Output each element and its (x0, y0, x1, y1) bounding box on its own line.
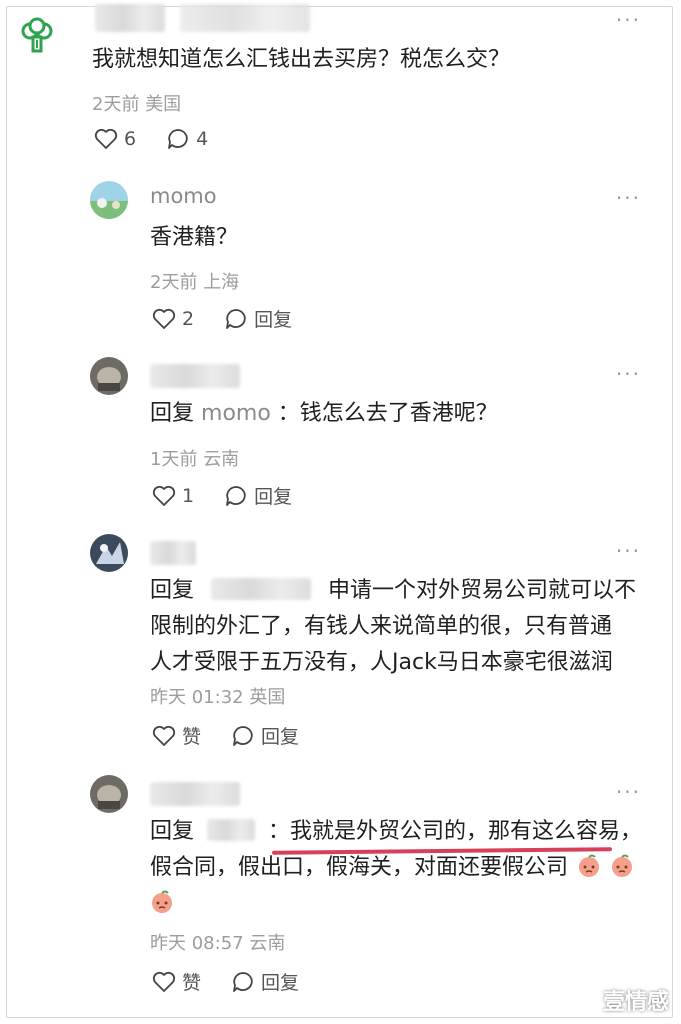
user-avatar[interactable] (90, 181, 128, 219)
heart-icon (152, 971, 176, 992)
comment-location: 云南 (249, 933, 286, 954)
reply-label: 回复 (261, 972, 300, 994)
user-avatar[interactable] (90, 357, 128, 395)
peach-emoji-icon (150, 890, 174, 914)
username-redacted (95, 4, 165, 32)
comment-actions: 1 回复 (152, 482, 322, 509)
heart-icon (152, 485, 176, 506)
user-avatar[interactable] (90, 775, 128, 813)
reply-prefix: 回复 (150, 819, 195, 844)
reply-count: 4 (196, 128, 209, 150)
like-button[interactable]: 1 (152, 485, 194, 507)
comment-meta: 2天前 上海 (150, 268, 239, 294)
heart-icon (152, 308, 176, 329)
comment-bubble-icon (226, 308, 246, 329)
comment-text: 香港籍？ (150, 225, 239, 250)
peach-emoji-icon (610, 854, 634, 878)
like-label: 赞 (182, 972, 202, 994)
comment-time: 2天前 (92, 94, 140, 115)
comment-time: 2天前 (150, 272, 198, 293)
comment-text: 回复 momo ：钱怎么去了香港呢？ (150, 401, 498, 426)
like-button[interactable]: 赞 (152, 722, 201, 749)
comment-time: 昨天 08:57 (150, 933, 244, 954)
comment-actions: 2 回复 (152, 305, 322, 332)
comment-location: 上海 (203, 272, 240, 293)
reply-target-redacted[interactable] (211, 578, 312, 600)
comment-actions: 赞 回复 (152, 968, 329, 995)
comment-time: 1天前 (150, 449, 198, 470)
comment-text: 回复 ：我就是外贸公司的，那有这么容易， 假合同，假出口，假海关，对面还要假公司 (150, 814, 650, 922)
username-redacted (150, 541, 196, 565)
reply-label: 回复 (261, 726, 300, 748)
broccoli-avatar-icon[interactable] (17, 16, 57, 56)
comment-meta: 昨天 01:32 英国 (150, 683, 285, 709)
like-label: 赞 (182, 726, 202, 748)
reply-target-username[interactable]: momo (201, 401, 271, 426)
peach-emoji-icon (577, 854, 601, 878)
like-button[interactable]: 6 (94, 128, 136, 150)
username-redacted (150, 782, 240, 806)
comment-text: 我就想知道怎么汇钱出去买房？税怎么交？ (92, 47, 511, 72)
reply-prefix: 回复 (150, 578, 195, 603)
comment-meta: 1天前 云南 (150, 445, 239, 471)
more-options-icon[interactable]: ··· (616, 780, 641, 804)
username-redacted (150, 364, 240, 388)
reply-label: 回复 (254, 309, 293, 331)
user-avatar[interactable] (90, 534, 128, 572)
comment-location: 云南 (203, 449, 240, 470)
comment-actions: 赞 回复 (152, 722, 329, 749)
more-options-icon[interactable]: ··· (616, 8, 641, 32)
comment-bubble-icon (168, 129, 188, 149)
more-options-icon[interactable]: ··· (616, 186, 641, 210)
reply-label: 回复 (254, 486, 293, 508)
reply-count-button[interactable]: 4 (166, 128, 208, 150)
comment-meta: 昨天 08:57 云南 (150, 929, 285, 955)
comment-text: 回复 申请一个对外贸易公司就可以不 限制的外汇了，有钱人来说简单的很，只有普通 … (150, 578, 637, 675)
comment-bubble-icon (226, 485, 246, 506)
comment-actions: 6 4 (94, 128, 238, 150)
username-redacted (180, 4, 310, 32)
like-count: 2 (182, 307, 195, 330)
reply-target-redacted[interactable] (207, 819, 256, 841)
comment-location: 英国 (249, 687, 286, 708)
reply-button[interactable]: 回复 (224, 305, 292, 332)
more-options-icon[interactable]: ··· (616, 539, 641, 563)
reply-prefix: 回复 (150, 401, 195, 426)
like-button[interactable]: 2 (152, 308, 194, 330)
comment-bubble-icon (233, 971, 253, 992)
more-options-icon[interactable]: ··· (616, 362, 641, 386)
reply-button[interactable]: 回复 (231, 722, 299, 749)
comment-bubble-icon (233, 725, 253, 746)
comment-meta: 2天前 美国 (92, 90, 181, 116)
like-count: 6 (124, 128, 137, 150)
like-button[interactable]: 赞 (152, 968, 201, 995)
heart-icon (152, 725, 176, 746)
like-count: 1 (182, 484, 195, 507)
reply-button[interactable]: 回复 (224, 482, 292, 509)
comment-time: 昨天 01:32 (150, 687, 244, 708)
reply-button[interactable]: 回复 (231, 968, 299, 995)
watermark-text: 壹情感 (602, 990, 669, 1015)
username[interactable]: momo (150, 184, 217, 208)
heart-icon (94, 128, 118, 149)
comment-location: 美国 (145, 94, 182, 115)
